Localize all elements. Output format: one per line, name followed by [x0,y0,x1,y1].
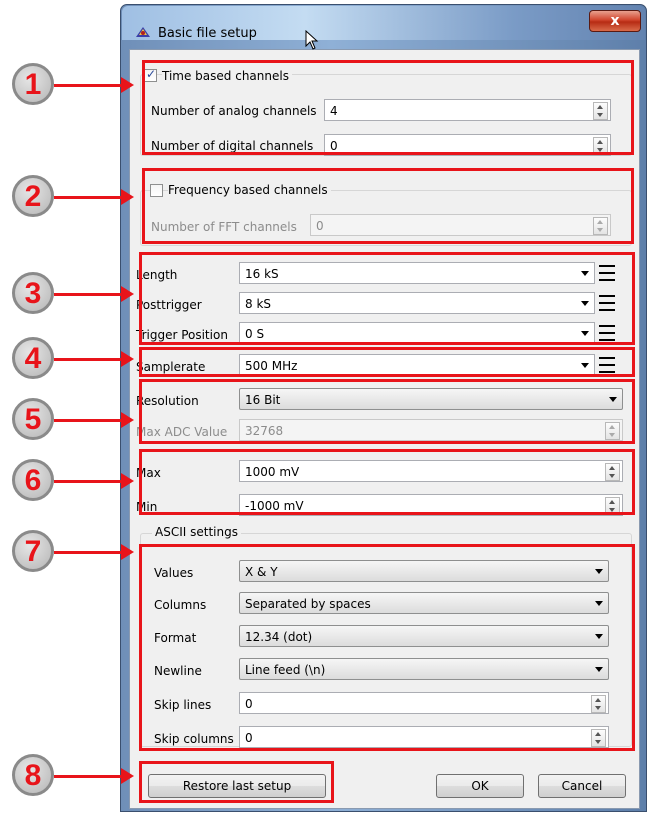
annotation-arrow-7 [54,544,134,560]
annotation-box-2 [142,168,634,244]
cancel-button[interactable]: Cancel [538,774,626,798]
annotation-badge-2: 2 [12,175,54,217]
annotation-badge-4: 4 [12,337,54,379]
annotation-arrow-6 [54,473,134,489]
ok-button[interactable]: OK [436,774,524,798]
ascii-settings-title: ASCII settings [152,525,241,539]
mouse-cursor-icon [305,30,319,50]
annotation-box-8 [139,761,334,803]
annotation-arrow-3 [54,286,134,302]
annotation-badge-6: 6 [12,459,54,501]
app-icon [136,27,150,37]
annotation-badge-5: 5 [12,398,54,440]
annotation-box-3 [139,252,635,345]
annotation-box-5 [139,379,635,444]
annotation-arrow-1 [54,77,134,93]
annotation-arrow-2 [54,189,134,205]
close-icon: x [610,13,620,29]
annotation-arrow-5 [54,412,134,428]
close-button[interactable]: x [589,10,641,32]
annotation-box-6 [139,449,635,515]
annotation-box-7 [139,544,635,751]
annotation-box-1 [142,60,634,155]
annotation-box-4 [139,347,635,377]
window-title: Basic file setup [158,26,257,41]
annotation-arrow-8 [54,768,134,784]
annotation-badge-3: 3 [12,272,54,314]
annotation-badge-1: 1 [12,63,54,105]
title-bar[interactable]: Basic file setup x [122,6,645,41]
annotation-arrow-4 [54,351,134,367]
annotation-badge-8: 8 [12,754,54,796]
annotation-badge-7: 7 [12,530,54,572]
